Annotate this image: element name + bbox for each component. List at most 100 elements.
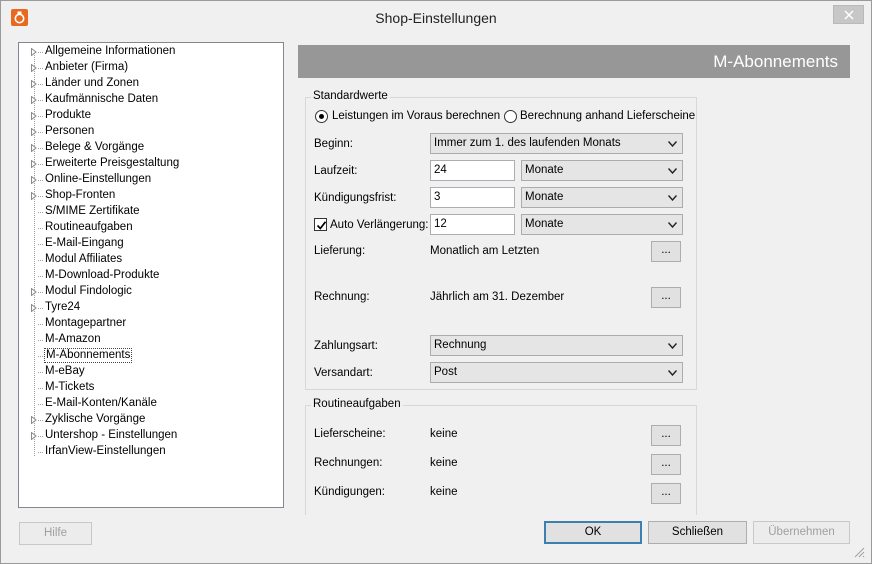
expand-arrow-icon[interactable]	[31, 48, 37, 56]
tree-item[interactable]: M-Download-Produkte	[19, 268, 279, 284]
expand-arrow-icon[interactable]	[31, 192, 37, 200]
tree-item[interactable]: Modul Findologic	[19, 284, 279, 300]
tree-item[interactable]: Erweiterte Preisgestaltung	[19, 156, 279, 172]
tree-connector	[38, 68, 43, 69]
cancellation-label: Kündigungsfrist:	[314, 192, 397, 204]
expand-arrow-icon[interactable]	[31, 64, 37, 72]
start-label: Beginn:	[314, 138, 354, 150]
shipping-select-value: Post	[434, 366, 458, 378]
invoice-value: Jährlich am 31. Dezember	[430, 291, 565, 303]
tree-item[interactable]: Zyklische Vorgänge	[19, 412, 279, 428]
tree-connector	[38, 164, 43, 165]
tree-item-label: Belege & Vorgänge	[45, 141, 145, 153]
tree-item-label: M-Amazon	[45, 333, 101, 345]
ok-button[interactable]: OK	[544, 521, 642, 544]
standard-values-title: Standardwerte	[311, 90, 390, 102]
tree-connector	[38, 100, 43, 101]
delivery-edit-button[interactable]: ...	[651, 241, 681, 262]
tree-connector	[38, 132, 43, 133]
invoice-edit-button[interactable]: ...	[651, 287, 681, 308]
payment-select[interactable]: Rechnung	[430, 335, 683, 356]
auto-renewal-label[interactable]: Auto Verlängerung:	[330, 219, 428, 231]
tree-item[interactable]: Tyre24	[19, 300, 279, 316]
tree-item[interactable]: Routineaufgaben	[19, 220, 279, 236]
cancellation-input[interactable]: 3	[430, 187, 515, 208]
prepay-radio[interactable]	[315, 110, 328, 123]
expand-arrow-icon[interactable]	[31, 288, 37, 296]
tree-item[interactable]: Personen	[19, 124, 279, 140]
auto-renewal-input[interactable]: 12	[430, 214, 515, 235]
start-select[interactable]: Immer zum 1. des laufenden Monats	[430, 133, 683, 154]
delivery-notes-value: keine	[430, 428, 458, 440]
expand-arrow-icon[interactable]	[31, 160, 37, 168]
tree-item[interactable]: Allgemeine Informationen	[19, 44, 279, 60]
tree-item[interactable]: E-Mail-Eingang	[19, 236, 279, 252]
settings-window: Shop-Einstellungen Allgemeine Informatio…	[0, 0, 872, 564]
expand-arrow-icon[interactable]	[31, 144, 37, 152]
tree-item[interactable]: M-eBay	[19, 364, 279, 380]
expand-arrow-icon[interactable]	[31, 96, 37, 104]
expand-arrow-icon[interactable]	[31, 112, 37, 120]
tree-connector	[38, 420, 43, 421]
tree-item-label: S/MIME Zertifikate	[45, 205, 140, 217]
tree-item-label: Untershop - Einstellungen	[45, 429, 178, 441]
duration-unit-select[interactable]: Monate	[521, 160, 683, 181]
delivery-based-radio-label[interactable]: Berechnung anhand Lieferscheine	[520, 110, 695, 122]
expand-arrow-icon[interactable]	[31, 432, 37, 440]
close-window-button[interactable]	[833, 5, 864, 24]
tree-item[interactable]: M-Abonnements	[19, 348, 279, 364]
tree-item-label: IrfanView-Einstellungen	[45, 445, 166, 457]
title-bar: Shop-Einstellungen	[1, 1, 871, 35]
apply-button[interactable]: Übernehmen	[753, 521, 850, 544]
tree-item[interactable]: Anbieter (Firma)	[19, 60, 279, 76]
close-button[interactable]: Schließen	[648, 521, 747, 544]
tree-item-label: Routineaufgaben	[45, 221, 133, 233]
expand-arrow-icon[interactable]	[31, 128, 37, 136]
tree-item[interactable]: IrfanView-Einstellungen	[19, 444, 279, 460]
delivery-based-radio[interactable]	[504, 110, 517, 123]
cancellation-unit-select[interactable]: Monate	[521, 187, 683, 208]
tree-item[interactable]: Shop-Fronten	[19, 188, 279, 204]
tree-item[interactable]: Modul Affiliates	[19, 252, 279, 268]
delivery-label: Lieferung:	[314, 245, 366, 257]
auto-renewal-checkbox[interactable]	[314, 218, 327, 231]
tree-item[interactable]: Länder und Zonen	[19, 76, 279, 92]
tree-item[interactable]: Kaufmännische Daten	[19, 92, 279, 108]
tree-item[interactable]: Belege & Vorgänge	[19, 140, 279, 156]
tree-item[interactable]: S/MIME Zertifikate	[19, 204, 279, 220]
settings-tree[interactable]: Allgemeine Informationen Anbieter (Firma)…	[18, 42, 284, 508]
tree-item-label: E-Mail-Konten/Kanäle	[45, 397, 157, 409]
panel-header: M-Abonnements	[298, 45, 850, 78]
delivery-notes-edit-button[interactable]: ...	[651, 425, 681, 446]
expand-arrow-icon[interactable]	[31, 416, 37, 424]
invoices-edit-button[interactable]: ...	[651, 454, 681, 475]
shipping-select[interactable]: Post	[430, 362, 683, 383]
duration-label: Laufzeit:	[314, 165, 358, 177]
expand-arrow-icon[interactable]	[31, 176, 37, 184]
tree-item[interactable]: Montagepartner	[19, 316, 279, 332]
expand-arrow-icon[interactable]	[31, 304, 37, 312]
cancellations-edit-button[interactable]: ...	[651, 483, 681, 504]
resize-grip-icon[interactable]	[853, 546, 865, 558]
auto-renewal-unit-select[interactable]: Monate	[521, 214, 683, 235]
tree-connector	[38, 356, 43, 357]
tree-item-label: Personen	[45, 125, 95, 137]
tree-item[interactable]: M-Amazon	[19, 332, 279, 348]
tree-item[interactable]: M-Tickets	[19, 380, 279, 396]
duration-input[interactable]: 24	[430, 160, 515, 181]
tree-connector	[38, 212, 43, 213]
auto-renewal-unit-value: Monate	[525, 218, 564, 230]
prepay-radio-label[interactable]: Leistungen im Voraus berechnen	[332, 110, 500, 122]
tree-item[interactable]: Produkte	[19, 108, 279, 124]
tree-item-label: Kaufmännische Daten	[45, 93, 159, 105]
tree-connector	[38, 196, 43, 197]
shipping-label: Versandart:	[314, 367, 373, 379]
help-button[interactable]: Hilfe	[19, 522, 92, 545]
chevron-down-icon	[668, 343, 677, 349]
checkmark-icon	[316, 221, 327, 230]
tree-item[interactable]: E-Mail-Konten/Kanäle	[19, 396, 279, 412]
tree-item[interactable]: Untershop - Einstellungen	[19, 428, 279, 444]
cancellations-label: Kündigungen:	[314, 486, 385, 498]
tree-item[interactable]: Online-Einstellungen	[19, 172, 279, 188]
expand-arrow-icon[interactable]	[31, 80, 37, 88]
